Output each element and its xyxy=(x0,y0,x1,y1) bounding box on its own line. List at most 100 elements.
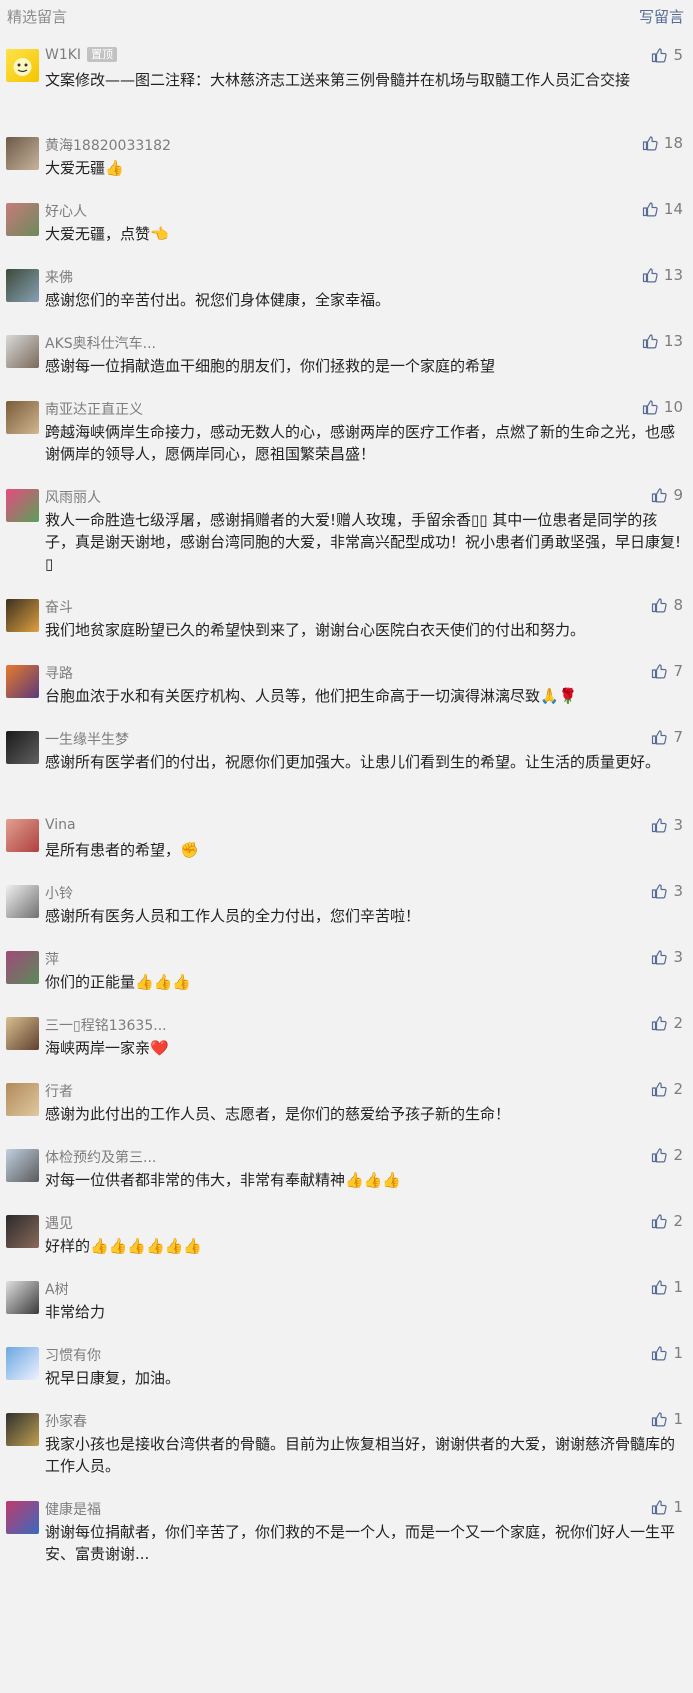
comment-text: 跨越海峡俩岸生命接力，感动无数人的心，感谢两岸的医疗工作者，点燃了新的生命之光，… xyxy=(45,423,676,463)
like-button[interactable]: 8 xyxy=(651,596,683,614)
commenter-nickname: 奋斗 xyxy=(45,597,73,617)
like-button[interactable]: 1 xyxy=(651,1278,683,1296)
avatar[interactable] xyxy=(6,401,39,434)
avatar[interactable] xyxy=(6,1083,39,1116)
comment-text: 大爱无疆，点赞👈 xyxy=(45,225,169,243)
commenter-nickname: 寻路 xyxy=(45,663,73,683)
thumbs-up-icon xyxy=(651,1278,673,1296)
like-count: 1 xyxy=(673,1410,683,1428)
comment-text: 大爱无疆👍 xyxy=(45,159,124,177)
avatar[interactable] xyxy=(6,1413,39,1446)
commenter-nickname: 习惯有你 xyxy=(45,1345,101,1365)
nickname-text: 寻路 xyxy=(45,666,73,682)
like-button[interactable]: 13 xyxy=(642,266,683,284)
avatar[interactable] xyxy=(6,1347,39,1380)
like-count: 13 xyxy=(663,266,683,284)
like-count: 3 xyxy=(673,816,683,834)
like-button[interactable]: 13 xyxy=(642,332,683,350)
like-button[interactable]: 1 xyxy=(651,1410,683,1428)
thumbs-up-icon xyxy=(642,398,664,416)
like-count: 2 xyxy=(673,1146,683,1164)
comment-text: 救人一命胜造七级浮屠，感谢捐赠者的大爱!赠人玫瑰，手留余香▯▯ 其中一位患者是同… xyxy=(45,511,682,573)
nickname-text: 行者 xyxy=(45,1084,73,1100)
thumbs-up-icon xyxy=(642,266,664,284)
avatar[interactable] xyxy=(6,49,39,82)
avatar[interactable] xyxy=(6,1149,39,1182)
like-button[interactable]: 9 xyxy=(651,486,683,504)
nickname-text: 体检预约及第三... xyxy=(45,1150,157,1166)
nickname-text: 好心人 xyxy=(45,204,87,220)
like-count: 8 xyxy=(673,596,683,614)
nickname-text: 来佛 xyxy=(45,270,73,286)
avatar[interactable] xyxy=(6,1017,39,1050)
like-button[interactable]: 10 xyxy=(642,398,683,416)
like-button[interactable]: 3 xyxy=(651,948,683,966)
avatar[interactable] xyxy=(6,951,39,984)
commenter-nickname: 来佛 xyxy=(45,267,73,287)
thumbs-up-icon xyxy=(642,134,664,152)
nickname-text: 健康是福 xyxy=(45,1502,101,1518)
commenter-nickname: 黄海18820033182 xyxy=(45,135,171,155)
avatar[interactable] xyxy=(6,885,39,918)
thumbs-up-icon xyxy=(651,816,673,834)
avatar[interactable] xyxy=(6,1215,39,1248)
avatar[interactable] xyxy=(6,819,39,852)
like-button[interactable]: 2 xyxy=(651,1212,683,1230)
like-count: 1 xyxy=(673,1498,683,1516)
like-button[interactable]: 2 xyxy=(651,1014,683,1032)
comment-text: 是所有患者的希望，✊ xyxy=(45,841,199,859)
avatar[interactable] xyxy=(6,269,39,302)
commenter-nickname: 一生缘半生梦 xyxy=(45,729,129,749)
pinned-badge: 置顶 xyxy=(87,47,118,62)
like-button[interactable]: 14 xyxy=(642,200,683,218)
thumbs-up-icon xyxy=(651,662,673,680)
commenter-nickname: 孙家春 xyxy=(45,1411,87,1431)
comment-text: 海峡两岸一家亲❤️ xyxy=(45,1039,169,1057)
avatar[interactable] xyxy=(6,203,39,236)
like-button[interactable]: 5 xyxy=(651,46,683,64)
like-button[interactable]: 3 xyxy=(651,882,683,900)
avatar[interactable] xyxy=(6,1281,39,1314)
thumbs-up-icon xyxy=(651,1344,673,1362)
avatar[interactable] xyxy=(6,665,39,698)
like-count: 2 xyxy=(673,1014,683,1032)
avatar[interactable] xyxy=(6,599,39,632)
comment-text: 好样的👍👍👍👍👍👍 xyxy=(45,1237,203,1255)
like-count: 5 xyxy=(673,46,683,64)
like-button[interactable]: 7 xyxy=(651,662,683,680)
like-count: 7 xyxy=(673,728,683,746)
like-count: 3 xyxy=(673,882,683,900)
comment-text: 我家小孩也是接收台湾供者的骨髓。目前为止恢复相当好，谢谢供者的大爱，谢谢慈济骨髓… xyxy=(45,1435,676,1475)
like-button[interactable]: 18 xyxy=(642,134,683,152)
thumbs-up-icon xyxy=(651,948,673,966)
comment-text: 祝早日康复，加油。 xyxy=(45,1369,181,1387)
thumbs-up-icon xyxy=(651,1080,673,1098)
avatar[interactable] xyxy=(6,335,39,368)
thumbs-up-icon xyxy=(651,1498,673,1516)
like-button[interactable]: 2 xyxy=(651,1146,683,1164)
avatar[interactable] xyxy=(6,137,39,170)
avatar[interactable] xyxy=(6,731,39,764)
write-comment-link[interactable]: 写留言 xyxy=(639,6,684,27)
like-count: 7 xyxy=(673,662,683,680)
thumbs-up-icon xyxy=(651,882,673,900)
like-button[interactable]: 1 xyxy=(651,1344,683,1362)
like-count: 9 xyxy=(673,486,683,504)
like-button[interactable]: 1 xyxy=(651,1498,683,1516)
commenter-nickname: W1KI 置顶 xyxy=(45,47,118,63)
thumbs-up-icon xyxy=(651,1212,673,1230)
like-button[interactable]: 2 xyxy=(651,1080,683,1098)
comment-text: 文案修改——图二注释：大林慈济志工送来第三例骨髓并在机场与取髓工作人员汇合交接 xyxy=(45,71,631,89)
avatar[interactable] xyxy=(6,489,39,522)
like-count: 1 xyxy=(673,1278,683,1296)
like-count: 14 xyxy=(663,200,683,218)
comment-text: 感谢每一位捐献造血干细胞的朋友们，你们拯救的是一个家庭的希望 xyxy=(45,357,496,375)
avatar[interactable] xyxy=(6,1501,39,1534)
like-button[interactable]: 3 xyxy=(651,816,683,834)
comment-text: 谢谢每位捐献者，你们辛苦了，你们救的不是一个人，而是一个又一个家庭，祝你们好人一… xyxy=(45,1523,676,1563)
thumbs-up-icon xyxy=(651,1146,673,1164)
comment-text: 感谢所有医务人员和工作人员的全力付出，您们辛苦啦！ xyxy=(45,907,421,925)
commenter-nickname: 好心人 xyxy=(45,201,87,221)
like-button[interactable]: 7 xyxy=(651,728,683,746)
thumbs-up-icon xyxy=(642,332,664,350)
